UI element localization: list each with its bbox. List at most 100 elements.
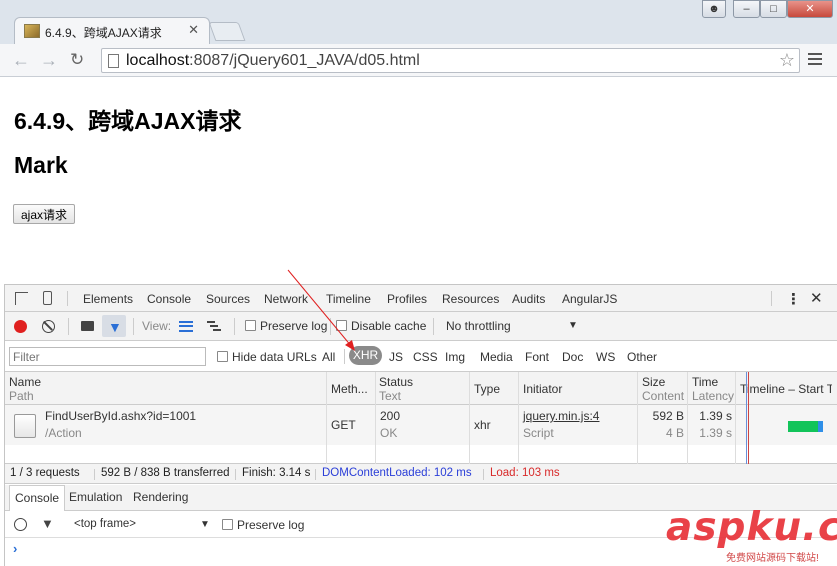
initiator-type: Script	[523, 426, 554, 440]
bookmark-star-icon[interactable]: ☆	[779, 50, 795, 71]
type-filter-media[interactable]: Media	[480, 350, 513, 364]
preserve-log-checkbox[interactable]	[245, 320, 256, 331]
inspect-element-icon[interactable]	[15, 292, 28, 305]
type-filter-js[interactable]: JS	[389, 350, 403, 364]
screenshot-camera-icon[interactable]	[81, 321, 94, 331]
divider	[330, 318, 331, 335]
col-content-label: Content	[642, 389, 685, 403]
tab-timeline[interactable]: Timeline	[326, 292, 371, 306]
request-size: 592 B	[652, 409, 684, 423]
type-filter-ws[interactable]: WS	[596, 350, 615, 364]
col-timeline-header[interactable]: Timeline – Start T	[740, 382, 832, 396]
tab-sources[interactable]: Sources	[206, 292, 250, 306]
divider	[133, 318, 134, 335]
filter-input[interactable]	[9, 347, 206, 366]
disable-cache-label: Disable cache	[351, 319, 427, 333]
overview-view-icon[interactable]	[207, 321, 221, 332]
tab-console[interactable]: Console	[147, 292, 191, 306]
filter-toggle-button[interactable]: ▼	[102, 315, 126, 337]
disable-cache-checkbox[interactable]	[336, 320, 347, 331]
divider	[433, 318, 434, 335]
filter-funnel-icon: ▼	[108, 319, 122, 335]
dom-content-loaded-marker	[746, 372, 747, 464]
context-caret-icon[interactable]: ▼	[200, 519, 210, 530]
column-divider	[637, 372, 638, 464]
clear-icon[interactable]	[42, 320, 55, 333]
more-options-icon[interactable]: ⋮	[786, 290, 801, 308]
column-divider	[687, 372, 688, 464]
maximize-button[interactable]: □	[760, 0, 787, 18]
type-filter-other[interactable]: Other	[627, 350, 657, 364]
hide-data-urls-checkbox[interactable]	[217, 351, 228, 362]
profile-button[interactable]: ☻	[702, 0, 726, 18]
initiator-link[interactable]: jquery.min.js:4	[523, 409, 599, 423]
url-host: localhost	[126, 52, 190, 69]
col-initiator-header[interactable]: Initiator	[523, 382, 562, 396]
col-name-header[interactable]: Name Path	[9, 375, 41, 403]
column-divider	[469, 372, 470, 464]
divider	[235, 469, 236, 480]
record-icon[interactable]	[14, 320, 27, 333]
tab-strip: 6.4.9、跨域AJAX请求 ✕ ☻ – □ ✕	[0, 0, 837, 45]
tab-profiles[interactable]: Profiles	[387, 292, 427, 306]
summary-load: Load: 103 ms	[490, 467, 560, 479]
list-view-icon[interactable]	[179, 321, 193, 332]
view-label: View:	[142, 319, 172, 333]
type-filter-all[interactable]: All	[322, 350, 335, 364]
type-filter-xhr[interactable]: XHR	[349, 346, 382, 365]
summary-finish: Finish: 3.14 s	[242, 467, 311, 479]
request-latency: 1.39 s	[699, 426, 732, 440]
dropdown-caret-icon[interactable]: ▼	[568, 320, 578, 331]
col-path-label: Path	[9, 389, 34, 403]
console-filter-icon[interactable]: ▼	[41, 516, 54, 531]
browser-window: 6.4.9、跨域AJAX请求 ✕ ☻ – □ ✕ ← → ↻ localhost…	[0, 0, 837, 566]
reload-icon[interactable]: ↻	[70, 50, 84, 70]
address-bar[interactable]: localhost:8087/jQuery601_JAVA/d05.html ☆	[101, 48, 800, 73]
minimize-button[interactable]: –	[733, 0, 760, 18]
context-select[interactable]: <top frame>	[74, 518, 136, 530]
menu-icon[interactable]	[808, 53, 822, 68]
devtools-tab-bar: Elements Console Sources Network Timelin…	[5, 285, 837, 312]
col-method-header[interactable]: Meth...	[331, 382, 368, 396]
col-time-header[interactable]: Time Latency	[692, 375, 734, 403]
device-mode-icon[interactable]	[43, 291, 52, 305]
tab-resources[interactable]: Resources	[442, 292, 499, 306]
close-devtools-icon[interactable]: ✕	[810, 289, 823, 307]
summary-dom-content-loaded: DOMContentLoaded: 102 ms	[322, 467, 472, 479]
throttling-select[interactable]: No throttling	[446, 319, 511, 333]
request-content-size: 4 B	[665, 426, 684, 440]
divider	[68, 318, 69, 335]
close-window-button[interactable]: ✕	[787, 0, 833, 18]
type-filter-font[interactable]: Font	[525, 350, 549, 364]
watermark-tagline: 免费网站源码下载站!	[726, 553, 819, 564]
forward-arrow-icon[interactable]: →	[40, 50, 58, 71]
col-type-header[interactable]: Type	[474, 382, 500, 396]
tab-audits[interactable]: Audits	[512, 292, 545, 306]
browser-toolbar: ← → ↻ localhost:8087/jQuery601_JAVA/d05.…	[0, 44, 837, 77]
tab-network[interactable]: Network	[264, 292, 308, 306]
new-tab-button[interactable]	[208, 22, 246, 41]
load-marker	[748, 372, 749, 464]
type-filter-doc[interactable]: Doc	[562, 350, 583, 364]
tab-elements[interactable]: Elements	[83, 292, 133, 306]
ajax-request-button[interactable]: ajax请求	[13, 204, 76, 224]
browser-tab[interactable]: 6.4.9、跨域AJAX请求 ✕	[14, 17, 210, 45]
back-arrow-icon[interactable]: ←	[12, 50, 30, 71]
type-filter-css[interactable]: CSS	[413, 350, 438, 364]
table-row[interactable]: FindUserById.ashx?id=1001/Action GET 200…	[5, 405, 837, 445]
type-filter-img[interactable]: Img	[445, 350, 465, 364]
console-prompt[interactable]: ›	[13, 541, 17, 556]
summary-requests: 1 / 3 requests	[10, 467, 80, 479]
tab-angularjs[interactable]: AngularJS	[562, 292, 617, 306]
drawer-tab-emulation[interactable]: Emulation	[64, 485, 127, 511]
timeline-receiving-bar	[818, 421, 823, 432]
col-status-header[interactable]: Status Text	[379, 375, 413, 403]
console-preserve-log-checkbox[interactable]	[222, 519, 233, 530]
col-latency-label: Latency	[692, 389, 735, 403]
drawer-tab-console[interactable]: Console	[9, 485, 66, 511]
clear-console-icon[interactable]	[14, 518, 27, 531]
drawer-tab-rendering[interactable]: Rendering	[128, 485, 193, 511]
col-size-header[interactable]: Size Content	[642, 375, 684, 403]
close-tab-icon[interactable]: ✕	[188, 22, 199, 38]
url-text[interactable]: localhost:8087/jQuery601_JAVA/d05.html	[126, 52, 420, 70]
